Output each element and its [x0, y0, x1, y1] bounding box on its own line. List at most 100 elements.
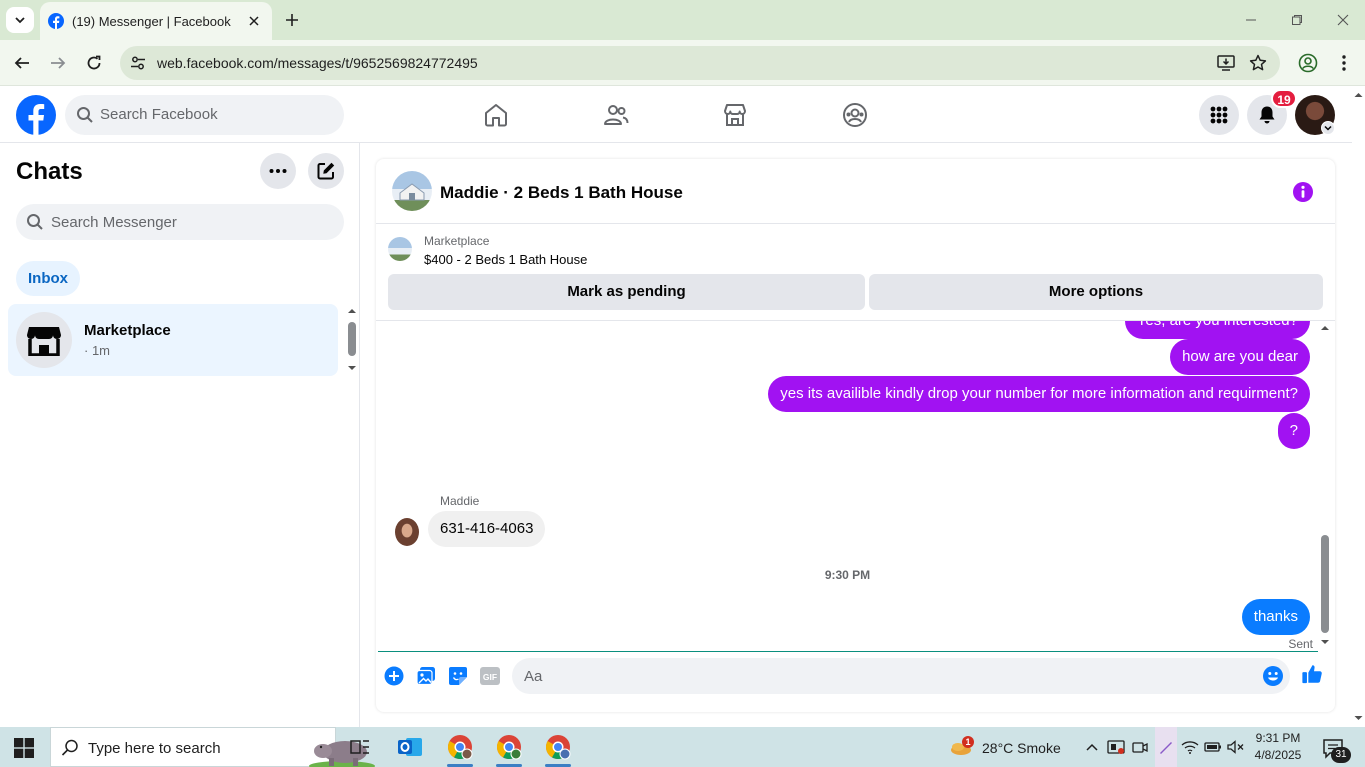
- browser-tab-bar: (19) Messenger | Facebook: [0, 0, 1365, 40]
- back-arrow-icon[interactable]: [10, 51, 34, 75]
- marketplace-icon[interactable]: [720, 100, 750, 130]
- inbox-filter-tab[interactable]: Inbox: [16, 261, 80, 296]
- new-tab-icon[interactable]: [282, 10, 302, 30]
- message-text-input[interactable]: [524, 658, 1244, 694]
- reload-icon[interactable]: [82, 51, 106, 75]
- tab-title: (19) Messenger | Facebook: [72, 13, 231, 29]
- groups-icon[interactable]: [840, 100, 870, 130]
- chrome-profile-app-icon[interactable]: [495, 733, 523, 761]
- site-settings-icon[interactable]: [128, 53, 148, 73]
- facebook-header: Search Facebook 19: [0, 86, 1352, 143]
- message-scrollbar[interactable]: [1318, 321, 1332, 651]
- show-hidden-icons-chevron-icon[interactable]: [1083, 738, 1101, 756]
- windows-start-icon[interactable]: [14, 738, 34, 758]
- action-center-badge: 31: [1331, 747, 1351, 763]
- more-options-button[interactable]: More options: [869, 274, 1323, 310]
- facebook-search-input[interactable]: Search Facebook: [65, 95, 344, 135]
- url-text[interactable]: web.facebook.com/messages/t/965256982477…: [157, 55, 478, 71]
- thumbs-up-like-icon[interactable]: [1301, 663, 1323, 685]
- tab-search-button[interactable]: [6, 7, 34, 33]
- outgoing-message: ?: [1277, 413, 1310, 449]
- mark-as-pending-button[interactable]: Mark as pending: [388, 274, 865, 310]
- messenger-search-input[interactable]: Search Messenger: [16, 204, 344, 240]
- install-app-icon[interactable]: [1216, 53, 1236, 73]
- marketplace-label: Marketplace: [424, 234, 490, 248]
- outlook-app-icon[interactable]: [396, 733, 424, 761]
- conversation-info-icon[interactable]: [1292, 181, 1314, 203]
- chat-list-scrollbar[interactable]: [346, 306, 358, 374]
- battery-icon[interactable]: [1204, 738, 1222, 756]
- forward-arrow-icon[interactable]: [46, 51, 70, 75]
- camera-tray-icon[interactable]: [1131, 738, 1149, 756]
- facebook-logo-icon[interactable]: [16, 95, 56, 135]
- minimize-icon[interactable]: [1241, 10, 1261, 30]
- page-scrollbar[interactable]: [1352, 86, 1365, 727]
- emoji-picker-icon[interactable]: [1262, 665, 1284, 687]
- listing-avatar[interactable]: [392, 171, 432, 211]
- sent-status: Sent: [1288, 637, 1313, 651]
- chats-title: Chats: [16, 158, 83, 185]
- search-icon: [27, 214, 43, 230]
- home-icon[interactable]: [481, 100, 511, 130]
- scroll-thumb[interactable]: [1321, 535, 1329, 633]
- close-tab-icon[interactable]: [244, 11, 264, 31]
- outgoing-message: yes its availible kindly drop your numbe…: [768, 376, 1310, 412]
- chat-name: Marketplace: [84, 322, 171, 339]
- listing-title[interactable]: $400 - 2 Beds 1 Bath House: [424, 252, 587, 267]
- conversation-title[interactable]: Maddie · 2 Beds 1 Bath House: [440, 183, 683, 203]
- outgoing-message: thanks: [1241, 599, 1310, 635]
- windows-taskbar: Type here to search 1 28°C Smoke 9:31 PM…: [0, 727, 1365, 767]
- gif-icon[interactable]: GIF: [479, 665, 501, 687]
- bookmark-star-icon[interactable]: [1248, 53, 1268, 73]
- scroll-up-arrow-icon: [348, 309, 356, 313]
- house-thumbnail-icon: [399, 183, 425, 201]
- taskbar-clock-time[interactable]: 9:31 PM: [1252, 731, 1304, 745]
- scroll-down-arrow-icon: [1321, 640, 1329, 644]
- browser-toolbar: web.facebook.com/messages/t/965256982477…: [0, 40, 1365, 86]
- wifi-icon[interactable]: [1181, 738, 1199, 756]
- address-bar[interactable]: web.facebook.com/messages/t/965256982477…: [120, 46, 1280, 80]
- message-input-field[interactable]: [512, 658, 1290, 694]
- facebook-favicon-icon: [48, 13, 64, 29]
- meet-now-icon[interactable]: [1107, 738, 1125, 756]
- friends-icon[interactable]: [601, 100, 631, 130]
- sticker-icon[interactable]: [447, 665, 469, 687]
- browser-tab-messenger[interactable]: (19) Messenger | Facebook: [40, 2, 272, 40]
- photo-attach-icon[interactable]: [415, 665, 437, 687]
- chat-timestamp: · 1m: [84, 343, 110, 358]
- account-chevron-down-icon[interactable]: [1321, 121, 1335, 135]
- taskbar-search-box[interactable]: Type here to search: [50, 727, 375, 767]
- compose-icon: [317, 162, 335, 180]
- search-placeholder: Search Facebook: [100, 106, 218, 123]
- taskbar-search-placeholder: Type here to search: [88, 740, 221, 757]
- profile-account-icon[interactable]: [1296, 51, 1320, 75]
- search-icon: [61, 739, 78, 756]
- close-window-icon[interactable]: [1333, 10, 1353, 30]
- restore-icon[interactable]: [1287, 10, 1307, 30]
- scroll-thumb[interactable]: [348, 322, 356, 356]
- conversation-header: Maddie · 2 Beds 1 Bath House: [376, 159, 1335, 224]
- taskbar-clock-date[interactable]: 4/8/2025: [1252, 748, 1304, 762]
- svg-text:GIF: GIF: [483, 672, 497, 682]
- chat-list-item[interactable]: Marketplace · 1m: [8, 304, 338, 376]
- pen-tray-icon[interactable]: [1155, 727, 1177, 767]
- listing-thumbnail[interactable]: [388, 237, 412, 261]
- chevron-down-icon: [15, 17, 25, 24]
- message-thread: Yes, are you interested? how are you dea…: [376, 321, 1335, 651]
- outgoing-message: Yes, are you interested?: [1124, 321, 1310, 339]
- sender-avatar[interactable]: [395, 518, 419, 546]
- task-view-icon[interactable]: [346, 733, 374, 761]
- chrome-app-icon[interactable]: [446, 733, 474, 761]
- chat-options-button[interactable]: [260, 153, 296, 189]
- chrome-profile-app-icon[interactable]: [544, 733, 572, 761]
- chats-panel: Chats Search Messenger Inbox Marketplace…: [0, 143, 360, 727]
- notification-count-badge: 19: [1271, 89, 1297, 108]
- add-attachment-plus-icon[interactable]: [383, 665, 405, 687]
- volume-muted-icon[interactable]: [1227, 738, 1245, 756]
- message-timestamp: 9:30 PM: [824, 568, 871, 582]
- new-message-button[interactable]: [308, 153, 344, 189]
- browser-menu-icon[interactable]: [1332, 51, 1356, 75]
- incoming-message: 631-416-4063: [428, 511, 546, 547]
- weather-text[interactable]: 28°C Smoke: [982, 740, 1061, 756]
- menu-grid-icon[interactable]: [1199, 95, 1239, 135]
